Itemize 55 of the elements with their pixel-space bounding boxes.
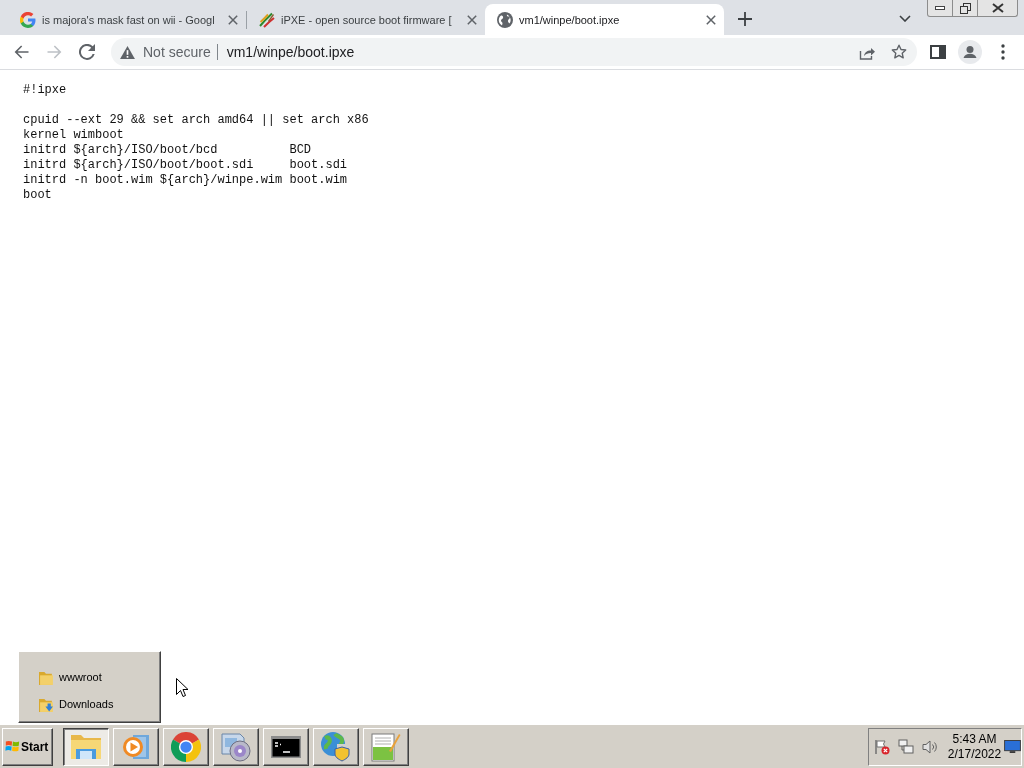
tricolor-circle-icon [171, 731, 201, 762]
flag-error-icon[interactable] [874, 738, 890, 755]
code-line: #!ipxe [23, 83, 67, 98]
terminal-icon [271, 735, 301, 758]
plus-icon[interactable] [738, 11, 752, 26]
close-icon[interactable] [228, 14, 238, 25]
url-text[interactable]: vm1/winpe/boot.ipxe [226, 43, 355, 61]
tab[interactable]: is majora's mask fast on wii - Googl [8, 4, 246, 35]
chevron-down-icon[interactable] [899, 15, 911, 22]
network-icon[interactable] [898, 738, 914, 755]
side-panel-icon[interactable] [930, 45, 946, 59]
security-label[interactable]: Not secure [143, 43, 211, 61]
tab[interactable]: vm1/winpe/boot.ipxe [485, 4, 724, 35]
restore-button[interactable] [952, 0, 978, 17]
g-logo-icon [20, 11, 36, 28]
download-folder-icon [39, 697, 54, 712]
reload-icon[interactable] [79, 44, 95, 60]
speaker-icon[interactable] [922, 738, 938, 755]
folder-icon [39, 670, 54, 685]
code-line: kernel wimboot [23, 128, 124, 143]
code-line: cpuid --ext 29 && set arch amd64 || set arch x86 [23, 113, 369, 128]
clock-time[interactable]: 5:43 AM [952, 731, 997, 747]
globe-icon [497, 11, 513, 28]
close-button[interactable] [977, 0, 1018, 17]
pen-logo-icon [259, 11, 275, 28]
close-icon[interactable] [467, 14, 477, 25]
close-icon[interactable] [706, 14, 716, 25]
minimize-icon [935, 6, 945, 10]
taskbar-button[interactable] [63, 727, 109, 766]
cursor-icon [176, 678, 188, 697]
notepad-icon [371, 731, 401, 762]
folder-icon [70, 732, 102, 761]
code-line: boot [23, 188, 52, 203]
monitor-icon[interactable] [1004, 740, 1021, 753]
globe-shield-icon [321, 731, 351, 762]
clock-date[interactable]: 2/17/2022 [947, 746, 1002, 762]
code-line: initrd -n boot.wim ${arch}/winpe.wim boot.wim [23, 173, 348, 188]
star-icon[interactable] [891, 44, 907, 60]
code-line: initrd ${arch}/ISO/boot/boot.sdi boot.sdi [23, 158, 348, 173]
restore-icon [959, 2, 971, 14]
warning-icon[interactable] [120, 45, 135, 59]
play-icon [122, 733, 150, 760]
menu-item[interactable]: Downloads [19, 691, 118, 718]
avatar-icon[interactable] [958, 40, 982, 64]
four-color-flag-icon [5, 740, 20, 753]
minimize-button[interactable] [927, 0, 953, 17]
tab[interactable]: iPXE - open source boot firmware [ [247, 4, 485, 35]
start-button[interactable]: Start [2, 727, 53, 766]
address-bar[interactable]: Not secure vm1/winpe/boot.ipxe [111, 38, 917, 66]
code-line: initrd ${arch}/ISO/boot/bcd BCD [23, 143, 312, 158]
disc-icon [221, 731, 251, 762]
back-icon[interactable] [14, 45, 29, 59]
close-icon [991, 3, 1004, 13]
menu-item[interactable]: wwwroot [19, 664, 106, 691]
kebab-menu-icon[interactable] [1001, 44, 1005, 60]
